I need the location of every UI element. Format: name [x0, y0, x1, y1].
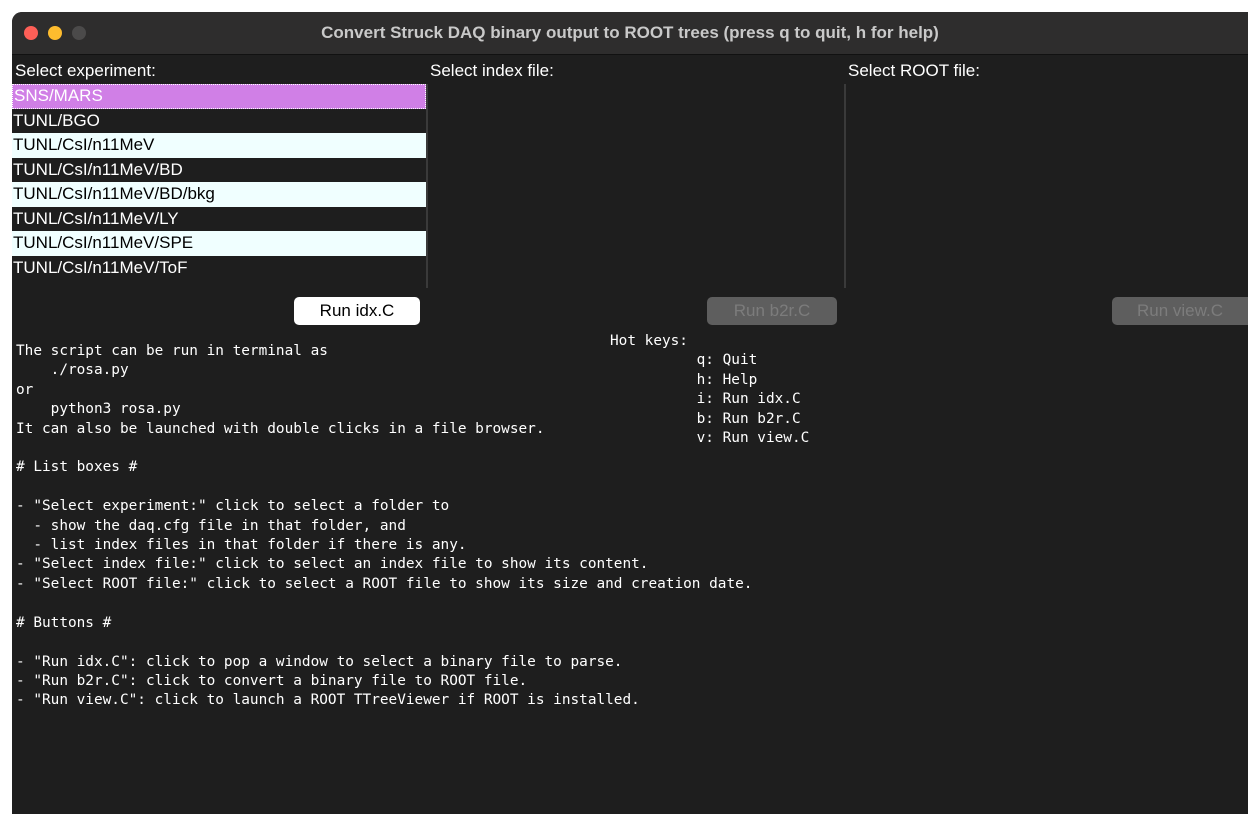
window-title: Convert Struck DAQ binary output to ROOT…	[321, 23, 939, 42]
app-window: Convert Struck DAQ binary output to ROOT…	[12, 12, 1248, 814]
root-file-listbox[interactable]	[846, 84, 1248, 288]
experiment-label: Select experiment:	[15, 61, 156, 80]
experiment-item[interactable]: TUNL/CsI/n11MeV/SPE	[12, 231, 426, 256]
experiment-item[interactable]: TUNL/CsI/n11MeV/ToF	[12, 255, 426, 280]
output-text-area[interactable]: The script can be run in terminal as ./r…	[12, 332, 1248, 814]
experiment-item[interactable]: SNS/MARS	[12, 84, 426, 109]
run-view-button[interactable]: Run view.C	[1112, 297, 1248, 325]
experiment-item[interactable]: TUNL/CsI/n11MeV/BD	[12, 157, 426, 182]
experiment-item[interactable]: TUNL/CsI/n11MeV/BD/bkg	[12, 182, 426, 207]
experiment-item[interactable]: TUNL/CsI/n11MeV	[12, 133, 426, 158]
run-idx-button[interactable]: Run idx.C	[294, 297, 420, 325]
title-bar: Convert Struck DAQ binary output to ROOT…	[12, 12, 1248, 55]
hotkeys-list: Hot keys: q: Quit h: Help i: Run idx.C b…	[610, 333, 810, 447]
index-file-listbox[interactable]	[428, 84, 846, 288]
root-file-label: Select ROOT file:	[848, 61, 980, 80]
experiment-item[interactable]: TUNL/CsI/n11MeV/LY	[12, 206, 426, 231]
index-file-label: Select index file:	[430, 61, 554, 80]
run-b2r-button[interactable]: Run b2r.C	[707, 297, 837, 325]
experiment-listbox[interactable]: SNS/MARS TUNL/BGO TUNL/CsI/n11MeV TUNL/C…	[12, 84, 428, 288]
experiment-item[interactable]: TUNL/BGO	[12, 108, 426, 133]
